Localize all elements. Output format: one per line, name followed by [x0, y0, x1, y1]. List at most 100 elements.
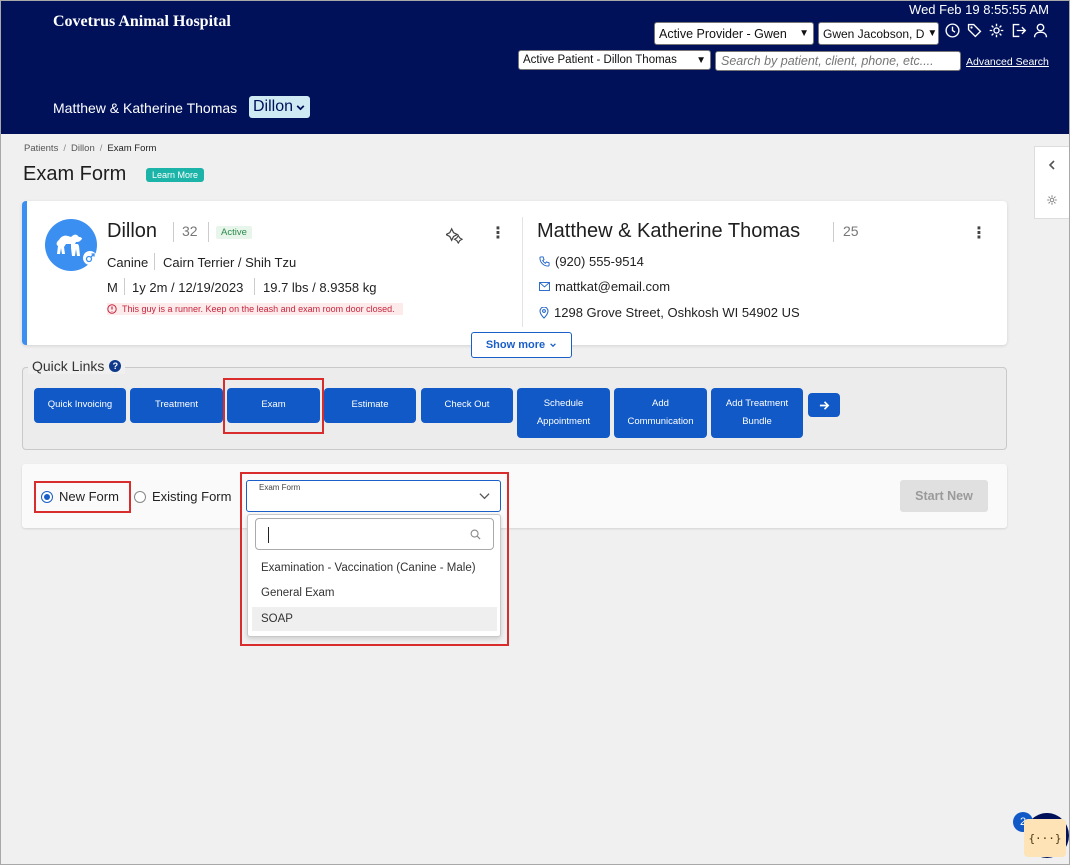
dropdown-option-selected[interactable]: SOAP	[252, 607, 497, 631]
start-new-button[interactable]: Start New	[900, 480, 988, 512]
arrow-right-icon	[819, 400, 829, 410]
header-icons	[944, 22, 1049, 39]
quick-link-exam[interactable]: Exam	[227, 388, 320, 423]
patient-species: Canine	[107, 255, 149, 270]
chevron-down-icon	[296, 104, 305, 110]
separator	[254, 278, 255, 295]
learn-more-button[interactable]: Learn More	[146, 168, 205, 182]
breadcrumb-patients[interactable]: Patients	[24, 143, 58, 154]
quick-link-label: Bundle	[742, 416, 772, 427]
gear-icon[interactable]	[1046, 194, 1058, 206]
patient-alert-text: This guy is a runner. Keep on the leash …	[122, 304, 395, 314]
breadcrumb-dillon[interactable]: Dillon	[71, 143, 95, 154]
dropdown-option[interactable]: Examination - Vaccination (Canine - Male…	[252, 556, 497, 580]
quick-link-label: Exam	[261, 399, 286, 411]
app-frame: Covetrus Animal Hospital Wed Feb 19 8:55…	[0, 0, 1070, 865]
quick-link-schedule-appointment[interactable]: Schedule Appointment	[517, 388, 610, 438]
show-more-label: Show more	[485, 339, 546, 351]
quick-link-label: Treatment	[155, 399, 198, 411]
top-header: Covetrus Animal Hospital Wed Feb 19 8:55…	[1, 1, 1069, 134]
patient-client-card: Dillon 32 Active ⋮ Canine Cairn Terrier …	[22, 201, 1007, 345]
existing-form-radio[interactable]: Existing Form	[134, 489, 231, 504]
user-select[interactable]: Gwen Jacobson, D ▼	[818, 22, 939, 45]
separator	[124, 278, 125, 295]
exam-form-select[interactable]: Exam Form	[246, 480, 501, 512]
client-id: 25	[843, 223, 859, 239]
quick-link-add-communication[interactable]: Add Communication	[614, 388, 707, 438]
dropdown-option[interactable]: General Exam	[252, 581, 497, 605]
tag-icon[interactable]	[966, 22, 983, 39]
status-badge: Active	[216, 226, 252, 239]
patient-id: 32	[182, 223, 198, 239]
patient-breed: Cairn Terrier / Shih Tzu	[163, 255, 297, 270]
client-name: Matthew & Katherine Thomas	[537, 220, 801, 242]
exam-form-dropdown: Examination - Vaccination (Canine - Male…	[247, 514, 501, 637]
location-pin-icon	[539, 306, 549, 319]
patient-select[interactable]: Dillon	[249, 96, 311, 118]
search-input[interactable]	[715, 51, 961, 71]
patient-weight: 19.7 lbs / 8.9358 kg	[263, 280, 377, 295]
breadcrumb-current: Exam Form	[107, 143, 157, 154]
quick-link-label: Schedule	[543, 397, 584, 409]
dropdown-search-input[interactable]	[255, 518, 494, 550]
chevron-down-icon	[550, 343, 556, 348]
side-panel	[1034, 146, 1069, 219]
quick-link-label: Add	[652, 397, 669, 409]
gear-icon[interactable]	[988, 22, 1005, 39]
quick-link-label: Quick Invoicing	[47, 399, 113, 411]
client-address-row: 1298 Grove Street, Oshkosh WI 54902 US	[539, 305, 800, 320]
patient-alert: This guy is a runner. Keep on the leash …	[107, 303, 403, 315]
active-patient-value: Active Patient - Dillon Thomas	[523, 54, 677, 66]
patient-age: 1y 2m / 12/19/2023	[132, 280, 244, 295]
code-widget-icon[interactable]: {···}	[1024, 819, 1066, 857]
new-form-radio[interactable]: New Form	[41, 489, 119, 504]
phone-icon	[539, 256, 550, 267]
quick-link-label: Add Treatment	[725, 397, 789, 409]
separator	[154, 253, 155, 270]
advanced-search-link[interactable]: Advanced Search	[966, 56, 1049, 68]
quick-links-next-button[interactable]	[808, 393, 840, 417]
patient-select-value: Dillon	[253, 98, 294, 115]
clock-icon[interactable]	[944, 22, 961, 39]
card-divider	[522, 217, 523, 327]
client-phone[interactable]: (920) 555-9514	[555, 254, 644, 269]
quick-link-estimate[interactable]: Estimate	[324, 388, 416, 423]
help-icon[interactable]: ?	[109, 360, 122, 372]
patient-name: Dillon	[107, 220, 158, 242]
client-more-menu-icon[interactable]: ⋮	[971, 226, 987, 242]
show-more-button[interactable]: Show more	[471, 332, 572, 358]
breadcrumb: Patients / Dillon / Exam Form	[24, 143, 157, 154]
page-title: Exam Form	[23, 163, 127, 185]
datetime: Wed Feb 19 8:55:55 AM	[909, 2, 1049, 17]
user-select-value: Gwen Jacobson, D	[823, 26, 925, 41]
alert-icon	[107, 304, 117, 314]
separator	[173, 222, 174, 242]
client-email-row: mattkat@email.com	[539, 279, 670, 294]
text-caret	[268, 527, 269, 543]
separator	[208, 222, 209, 242]
chevron-left-icon[interactable]	[1047, 159, 1057, 171]
radio-selected-icon	[41, 490, 53, 503]
quick-link-add-treatment-bundle[interactable]: Add Treatment Bundle	[711, 388, 803, 438]
chevron-down-icon: ▼	[696, 54, 706, 66]
chevron-down-icon: ▼	[927, 28, 938, 39]
user-icon[interactable]	[1032, 22, 1049, 39]
client-email[interactable]: mattkat@email.com	[555, 279, 670, 294]
new-form-label: New Form	[59, 489, 119, 504]
logout-icon[interactable]	[1010, 22, 1027, 39]
active-provider-select[interactable]: Active Provider - Gwen ▼	[654, 22, 814, 45]
chevron-down-icon	[479, 493, 490, 500]
email-icon	[539, 282, 550, 291]
quick-link-check-out[interactable]: Check Out	[421, 388, 513, 423]
hospital-name: Covetrus Animal Hospital	[53, 13, 231, 30]
quick-link-quick-invoicing[interactable]: Quick Invoicing	[34, 388, 126, 423]
active-patient-select[interactable]: Active Patient - Dillon Thomas ▼	[518, 50, 711, 70]
sparkle-icon[interactable]	[446, 227, 463, 244]
patient-avatar	[45, 219, 97, 271]
quick-link-label: Estimate	[351, 399, 389, 411]
header-client-name: Matthew & Katherine Thomas	[53, 100, 238, 116]
quick-link-treatment[interactable]: Treatment	[130, 388, 223, 423]
exam-form-select-label: Exam Form	[259, 483, 301, 492]
patient-more-menu-icon[interactable]: ⋮	[490, 226, 506, 242]
existing-form-label: Existing Form	[152, 489, 232, 504]
